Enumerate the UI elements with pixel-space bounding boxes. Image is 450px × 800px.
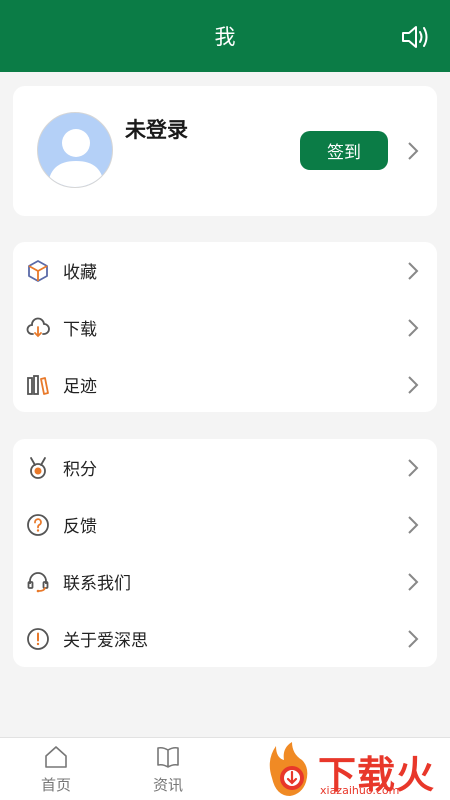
sign-in-button[interactable]: 签到 [300,131,388,170]
menu-label-about: 关于爱深思 [63,631,148,650]
question-icon [26,513,50,537]
profile-card[interactable]: 未登录 签到 [13,86,437,216]
menu-item-feedback[interactable]: 反馈 [13,496,437,553]
chevron-right-icon [408,515,419,534]
books-icon [26,373,50,397]
chevron-right-icon [408,629,419,648]
top-bar: 我 [0,0,450,72]
menu-group-primary: 收藏 下载 足迹 [13,242,437,412]
chevron-right-icon[interactable] [407,141,419,161]
medal-icon [26,456,50,480]
menu-label-history: 足迹 [63,377,97,396]
menu-item-favorites[interactable]: 收藏 [13,242,437,299]
tab-home-label: 首页 [40,777,71,794]
menu-label-feedback: 反馈 [63,517,97,536]
chevron-right-icon [408,375,419,394]
chevron-right-icon [408,572,419,591]
chevron-right-icon [408,318,419,337]
menu-group-secondary: 积分 反馈 联系我们 关于爱深思 [13,439,437,667]
username-label[interactable]: 未登录 [125,114,188,144]
book-icon [157,746,179,768]
tab-news[interactable]: 资讯 [138,744,198,796]
cube-icon [26,259,50,283]
menu-label-points: 积分 [63,460,97,479]
menu-item-about[interactable]: 关于爱深思 [13,610,437,667]
menu-item-history[interactable]: 足迹 [13,356,437,413]
menu-item-downloads[interactable]: 下载 [13,299,437,356]
page-title: 我 [214,26,236,49]
menu-item-points[interactable]: 积分 [13,439,437,496]
menu-item-contact[interactable]: 联系我们 [13,553,437,610]
home-icon [45,746,67,768]
menu-label-contact: 联系我们 [63,574,131,593]
watermark-url: xiazaihuo.com [320,784,400,797]
menu-label-favorites: 收藏 [63,263,97,282]
menu-label-downloads: 下载 [63,320,97,339]
chevron-right-icon [408,458,419,477]
watermark-logo: 下载火 xiazaihuo.com [262,738,450,800]
default-avatar-icon[interactable] [37,112,113,188]
info-icon [26,627,50,651]
tab-home[interactable]: 首页 [26,744,86,796]
cloud-download-icon [26,316,50,340]
speaker-icon[interactable] [400,22,430,52]
flame-logo-icon [269,742,308,796]
chevron-right-icon [408,261,419,280]
headset-icon [26,570,50,594]
tab-news-label: 资讯 [152,777,183,794]
